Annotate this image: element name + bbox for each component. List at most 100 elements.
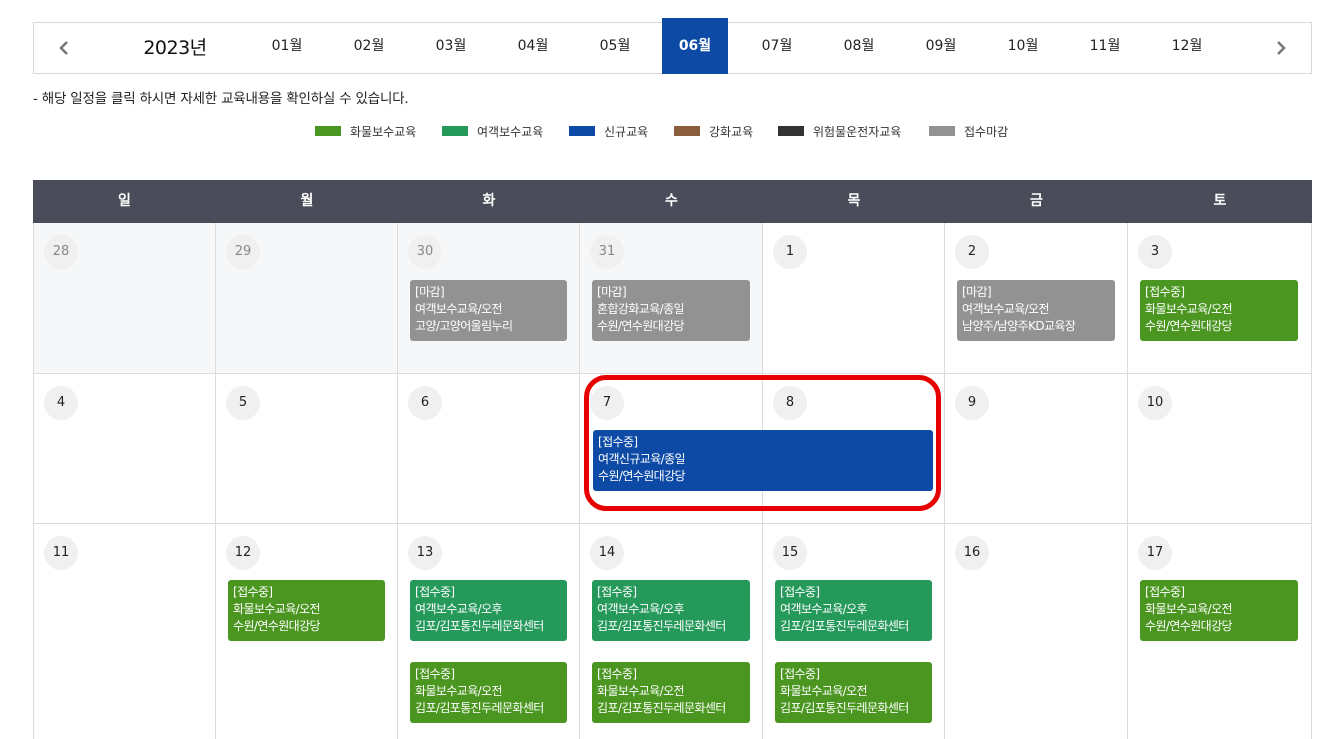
- event-place: 수원/연수원대강당: [1145, 619, 1233, 633]
- event-title: 여객보수교육/오전: [962, 302, 1050, 316]
- event-title: 혼합강화교육/종일: [597, 302, 685, 316]
- next-year-button[interactable]: [1251, 23, 1311, 73]
- event-status: [접수중]: [780, 667, 820, 681]
- legend-swatch: [929, 126, 955, 136]
- event-card[interactable]: [접수중] 여객보수교육/오후 김포/김포통진두레문화센터: [410, 580, 567, 641]
- event-card[interactable]: [접수중] 화물보수교육/오전 김포/김포통진두레문화센터: [592, 662, 750, 723]
- event-place: 김포/김포통진두레문화센터: [597, 619, 726, 633]
- day-number: 6: [408, 386, 442, 420]
- day-number: 15: [773, 536, 807, 570]
- month-tab-03[interactable]: 03월: [418, 18, 484, 74]
- weekday-fri: 금: [1030, 193, 1043, 209]
- event-card[interactable]: [마감] 여객보수교육/오전 고양/고양어울림누리: [410, 280, 567, 341]
- day-number: 13: [408, 536, 442, 570]
- event-place: 김포/김포통진두레문화센터: [415, 701, 544, 715]
- calendar-body: 28 29 30 [마감] 여객보수교육/오전 고양/고양어울림누리 31 [마…: [33, 223, 1312, 739]
- legend-label: 강화교육: [709, 124, 754, 139]
- day-cell: 28: [33, 223, 216, 373]
- event-place: 수원/연수원대강당: [598, 469, 686, 483]
- event-card[interactable]: [마감] 여객보수교육/오전 남양주/남양주KD교육장: [957, 280, 1115, 341]
- notice-text: - 해당 일정을 클릭 하시면 자세한 교육내용을 확인하실 수 있습니다.: [33, 91, 409, 107]
- event-status: [접수중]: [597, 585, 637, 599]
- event-status: [접수중]: [780, 585, 820, 599]
- event-card-spanning[interactable]: [접수중] 여객신규교육/종일 수원/연수원대강당: [593, 430, 933, 491]
- day-number: 17: [1138, 536, 1172, 570]
- day-cell: 12 [접수중] 화물보수교육/오전 수원/연수원대강당: [216, 524, 398, 739]
- day-number: 29: [226, 235, 260, 269]
- legend-item-cargo: 화물보수교육: [315, 122, 416, 140]
- event-place: 김포/김포통진두레문화센터: [780, 701, 909, 715]
- event-card[interactable]: [접수중] 화물보수교육/오전 수원/연수원대강당: [1140, 280, 1298, 341]
- legend-swatch: [778, 126, 804, 136]
- legend-label: 위험물운전자교육: [813, 124, 902, 139]
- event-place: 김포/김포통진두레문화센터: [780, 619, 909, 633]
- week-row: 11 12 [접수중] 화물보수교육/오전 수원/연수원대강당 13 [접수중]…: [33, 524, 1312, 739]
- month-tab-09[interactable]: 09월: [908, 18, 974, 74]
- day-cell: 1: [763, 223, 945, 373]
- event-place: 김포/김포통진두레문화센터: [415, 619, 544, 633]
- month-tab-10[interactable]: 10월: [990, 18, 1056, 74]
- event-status: [마감]: [962, 285, 992, 299]
- event-place: 수원/연수원대강당: [233, 619, 321, 633]
- event-card[interactable]: [접수중] 화물보수교육/오전 수원/연수원대강당: [228, 580, 385, 641]
- day-number: 30: [408, 235, 442, 269]
- prev-year-button[interactable]: [34, 23, 94, 73]
- day-cell: 16: [945, 524, 1128, 739]
- event-card[interactable]: [접수중] 여객보수교육/오후 김포/김포통진두레문화센터: [775, 580, 932, 641]
- week-row: 28 29 30 [마감] 여객보수교육/오전 고양/고양어울림누리 31 [마…: [33, 223, 1312, 374]
- month-tab-02[interactable]: 02월: [336, 18, 402, 74]
- day-cell: 31 [마감] 혼합강화교육/종일 수원/연수원대강당: [580, 223, 763, 373]
- event-title: 화물보수교육/오전: [233, 602, 321, 616]
- month-tab-04[interactable]: 04월: [500, 18, 566, 74]
- legend: 화물보수교육 여객보수교육 신규교육 강화교육 위험물운전자교육 접수마감: [0, 122, 1343, 140]
- weekday-mon: 월: [300, 193, 314, 209]
- legend-swatch: [315, 126, 341, 136]
- legend-item-closed: 접수마감: [929, 122, 1008, 140]
- legend-label: 여객보수교육: [477, 124, 544, 139]
- legend-swatch: [442, 126, 468, 136]
- event-place: 고양/고양어울림누리: [415, 319, 513, 333]
- event-status: [마감]: [597, 285, 627, 299]
- event-status: [접수중]: [1145, 585, 1185, 599]
- day-number: 31: [590, 235, 624, 269]
- event-title: 여객보수교육/오후: [597, 602, 685, 616]
- event-title: 화물보수교육/오전: [1145, 602, 1233, 616]
- day-cell: 29: [216, 223, 398, 373]
- event-card[interactable]: [접수중] 화물보수교육/오전 수원/연수원대강당: [1140, 580, 1298, 641]
- day-number: 28: [44, 235, 78, 269]
- day-cell: 3 [접수중] 화물보수교육/오전 수원/연수원대강당: [1128, 223, 1312, 373]
- legend-label: 접수마감: [964, 124, 1009, 139]
- day-cell: 30 [마감] 여객보수교육/오전 고양/고양어울림누리: [398, 223, 580, 373]
- day-number: 7: [590, 386, 624, 420]
- day-number: 8: [773, 386, 807, 420]
- day-cell: 10: [1128, 374, 1312, 523]
- event-title: 여객신규교육/종일: [598, 452, 686, 466]
- year-label: 2023년: [143, 37, 207, 59]
- month-tab-06[interactable]: 06월: [662, 18, 728, 74]
- day-cell: 14 [접수중] 여객보수교육/오후 김포/김포통진두레문화센터 [접수중] 화…: [580, 524, 763, 739]
- month-tab-07[interactable]: 07월: [744, 18, 810, 74]
- event-status: [접수중]: [233, 585, 273, 599]
- event-card[interactable]: [접수중] 화물보수교육/오전 김포/김포통진두레문화센터: [410, 662, 567, 723]
- event-status: [접수중]: [415, 585, 455, 599]
- event-place: 수원/연수원대강당: [1145, 319, 1233, 333]
- event-card[interactable]: [마감] 혼합강화교육/종일 수원/연수원대강당: [592, 280, 750, 341]
- month-tab-12[interactable]: 12월: [1154, 18, 1220, 74]
- event-status: [마감]: [415, 285, 445, 299]
- weekday-thu: 목: [847, 193, 861, 209]
- month-tab-01[interactable]: 01월: [254, 18, 320, 74]
- event-title: 화물보수교육/오전: [597, 684, 685, 698]
- event-status: [접수중]: [598, 435, 638, 449]
- day-number: 12: [226, 536, 260, 570]
- legend-item-hazmat: 위험물운전자교육: [778, 122, 901, 140]
- month-tab-11[interactable]: 11월: [1072, 18, 1138, 74]
- event-status: [접수중]: [415, 667, 455, 681]
- day-number: 11: [44, 536, 78, 570]
- event-card[interactable]: [접수중] 화물보수교육/오전 김포/김포통진두레문화센터: [775, 662, 932, 723]
- event-card[interactable]: [접수중] 여객보수교육/오후 김포/김포통진두레문화센터: [592, 580, 750, 641]
- month-navigation: 2023년 01월 02월 03월 04월 05월 06월 07월 08월 09…: [33, 18, 1312, 74]
- month-tab-05[interactable]: 05월: [582, 18, 648, 74]
- month-tab-08[interactable]: 08월: [826, 18, 892, 74]
- day-number: 1: [773, 235, 807, 269]
- day-cell: 2 [마감] 여객보수교육/오전 남양주/남양주KD교육장: [945, 223, 1128, 373]
